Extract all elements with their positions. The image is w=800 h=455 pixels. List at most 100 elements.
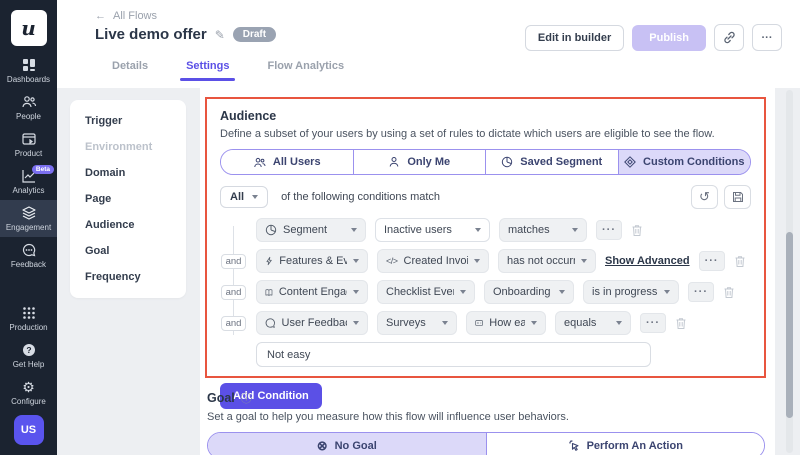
condition-more-button[interactable]: ··· [688, 282, 714, 302]
pill-label: Checklist Events [386, 286, 454, 298]
sidebar-item-analytics[interactable]: Beta Analytics [0, 163, 57, 200]
delete-condition-button[interactable] [723, 286, 735, 299]
chevron-down-icon [474, 259, 480, 263]
back-label: All Flows [113, 10, 157, 22]
pill-label: How eas... [489, 317, 525, 329]
tab-flow-analytics[interactable]: Flow Analytics [267, 60, 344, 81]
condition-category-select[interactable]: Features & Events [256, 249, 368, 273]
conditions-list: Segment Inactive users matches ··· [220, 218, 751, 367]
goal-section: Goal ⓘ Set a goal to help you measure ho… [207, 390, 765, 455]
trash-icon [675, 317, 687, 330]
delete-condition-button[interactable] [631, 224, 643, 237]
condition-operator-select[interactable]: equals [555, 311, 631, 335]
audience-description: Define a subset of your users by using a… [220, 128, 751, 140]
segment-all-users[interactable]: All Users [221, 150, 353, 174]
condition-more-button[interactable]: ··· [640, 313, 666, 333]
chevron-down-icon [460, 290, 466, 294]
settings-main-panel: Audience Define a subset of your users b… [200, 88, 775, 455]
nav-item-audience[interactable]: Audience [70, 212, 186, 238]
publish-button[interactable]: Publish [632, 25, 706, 51]
back-arrow-icon: ← [95, 10, 106, 22]
trash-icon [631, 224, 643, 237]
reset-conditions-button[interactable]: ↺ [691, 185, 718, 209]
condition-operator-select[interactable]: has not occurred [498, 249, 596, 273]
scrollbar-thumb[interactable] [786, 232, 793, 418]
segment-only-me[interactable]: Only Me [353, 150, 486, 174]
condition-more-button[interactable]: ··· [596, 220, 622, 240]
survey-card-icon [475, 318, 483, 328]
sidebar-item-dashboards[interactable]: Dashboards [0, 52, 57, 89]
chevron-down-icon [616, 321, 622, 325]
main-sidebar: u Dashboards People Product Beta Analyti… [0, 0, 57, 455]
goal-description: Set a goal to help you measure how this … [207, 411, 765, 423]
sidebar-item-people[interactable]: People [0, 89, 57, 126]
delete-condition-button[interactable] [675, 317, 687, 330]
nav-item-page[interactable]: Page [70, 186, 186, 212]
condition-field-select[interactable]: Surveys [377, 311, 457, 335]
edit-title-icon[interactable]: ✎ [215, 28, 225, 42]
condition-field-select[interactable]: Checklist Events [377, 280, 475, 304]
copy-link-button[interactable] [714, 24, 744, 51]
match-all-select[interactable]: All [220, 186, 268, 208]
save-icon [732, 191, 744, 203]
goal-option-no-goal[interactable]: ⊗ No Goal [208, 433, 486, 455]
sidebar-item-product[interactable]: Product [0, 126, 57, 163]
condition-category-select[interactable]: User Feedback [256, 311, 368, 335]
chevron-down-icon [353, 321, 359, 325]
condition-operator-select[interactable]: is in progress [583, 280, 679, 304]
condition-operator-select[interactable]: matches [499, 218, 587, 242]
chevron-down-icon [353, 259, 359, 263]
link-icon [723, 31, 736, 44]
and-connector-badge: and [221, 254, 246, 269]
nav-item-domain[interactable]: Domain [70, 160, 186, 186]
condition-field-select[interactable]: Inactive users [375, 218, 490, 242]
condition-field-select[interactable]: </> Created Invoice [377, 249, 489, 273]
tab-details[interactable]: Details [112, 60, 148, 81]
segment-label: Saved Segment [520, 156, 602, 168]
sidebar-item-configure[interactable]: ⚙ Configure [0, 374, 57, 411]
condition-more-button[interactable]: ··· [699, 251, 725, 271]
segment-label: Custom Conditions [643, 156, 744, 168]
goal-option-perform-action[interactable]: Perform An Action [486, 433, 765, 455]
sidebar-item-get-help[interactable]: ? Get Help [0, 337, 57, 374]
nav-item-goal[interactable]: Goal [70, 238, 186, 264]
delete-condition-button[interactable] [734, 255, 746, 268]
only-me-icon [388, 156, 400, 168]
condition-value-select[interactable]: Onboarding [484, 280, 574, 304]
userpilot-logo[interactable]: u [11, 10, 47, 46]
nav-item-frequency[interactable]: Frequency [70, 264, 186, 290]
more-options-button[interactable]: ··· [752, 24, 782, 51]
segment-pie-icon [265, 224, 277, 236]
pie-chart-icon [501, 156, 513, 168]
show-advanced-link[interactable]: Show Advanced [605, 255, 690, 267]
condition-value-input[interactable] [256, 342, 651, 367]
condition-category-select[interactable]: Segment [256, 218, 366, 242]
info-icon[interactable]: ⓘ [241, 390, 252, 406]
save-segment-button[interactable] [724, 185, 751, 209]
sidebar-item-production[interactable]: Production [0, 300, 57, 337]
sidebar-item-engagement[interactable]: Engagement [0, 200, 57, 237]
sidebar-item-label: Get Help [13, 360, 45, 369]
segment-custom-conditions[interactable]: Custom Conditions [618, 150, 751, 174]
pill-label: Onboarding [493, 286, 551, 298]
edit-in-builder-button[interactable]: Edit in builder [525, 25, 624, 51]
back-link[interactable]: ← All Flows [95, 10, 157, 22]
segment-saved-segment[interactable]: Saved Segment [485, 150, 618, 174]
scrollbar-track[interactable] [786, 90, 793, 453]
lightning-icon [265, 255, 273, 267]
tab-settings[interactable]: Settings [186, 60, 229, 81]
condition-category-select[interactable]: Content Engagement [256, 280, 368, 304]
chevron-down-icon [475, 228, 481, 232]
user-avatar[interactable]: US [14, 415, 44, 445]
audience-title: Audience [220, 109, 751, 123]
condition-value-select[interactable]: How eas... [466, 311, 546, 335]
sidebar-item-label: Product [15, 149, 43, 158]
pill-label: Inactive users [384, 224, 452, 236]
svg-text:?: ? [26, 345, 31, 355]
chevron-down-icon [581, 259, 587, 263]
beta-badge: Beta [32, 165, 54, 174]
apps-grid-icon [21, 305, 37, 321]
sidebar-item-feedback[interactable]: Feedback [0, 237, 57, 274]
book-icon [265, 287, 273, 298]
nav-item-trigger[interactable]: Trigger [70, 108, 186, 134]
